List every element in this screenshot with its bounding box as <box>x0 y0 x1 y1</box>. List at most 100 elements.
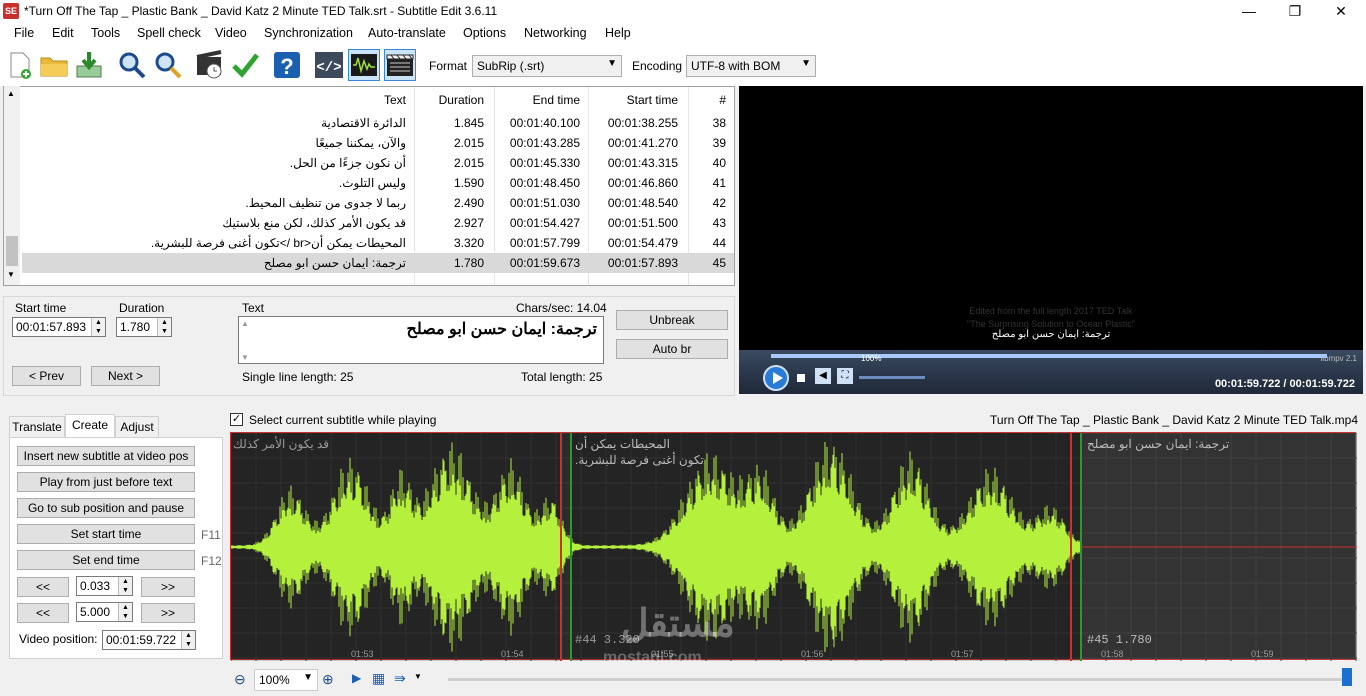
chars-per-sec: Chars/sec: 14.04 <box>516 301 607 315</box>
go-to-sub-button[interactable]: Go to sub position and pause <box>17 498 195 518</box>
auto-br-button[interactable]: Auto br <box>616 339 728 359</box>
next-icon[interactable]: ⇛ <box>394 670 406 687</box>
header-duration[interactable]: Duration <box>439 87 484 113</box>
tick-label: 01:58 <box>1101 649 1124 659</box>
play-before-text-button[interactable]: Play from just before text <box>17 472 195 492</box>
table-row[interactable]: قد يكون الأمر كذلك، لكن منع بلاستيك 2.927… <box>22 213 734 233</box>
next-button[interactable]: Next > <box>91 366 160 386</box>
grid-icon[interactable]: ▦ <box>372 670 385 687</box>
play-icon[interactable] <box>763 365 789 391</box>
table-row[interactable]: وليس التلوث. 1.590 00:01:48.450 00:01:46.86… <box>22 173 734 193</box>
select-while-playing-label: Select current subtitle while playing <box>249 413 437 427</box>
seek-bar[interactable] <box>771 354 1327 358</box>
zoom-select[interactable]: 100% ▼ <box>254 669 318 691</box>
zoom-out-icon[interactable]: ⊖ <box>234 671 246 688</box>
table-row[interactable]: والآن، يمكننا جميعًا 2.015 00:01:43.285 00:… <box>22 133 734 153</box>
cell-text: الدائرة الاقتصادية <box>321 116 406 130</box>
tab-adjust[interactable]: Adjust <box>115 416 159 438</box>
menu-tools[interactable]: Tools <box>91 26 120 40</box>
waveform[interactable]: قد يكون الأمر كذلك المحيطات يمكن أن تكون… <box>230 432 1357 666</box>
download-icon[interactable] <box>73 49 105 81</box>
check-icon[interactable] <box>229 49 261 81</box>
header-start-time[interactable]: Start time <box>627 87 678 113</box>
duration-input[interactable]: 1.780 ▲ ▼ <box>116 317 172 337</box>
table-row[interactable]: أن نكون جزءًا من الحل. 2.015 00:01:45.330 0… <box>22 153 734 173</box>
open-folder-icon[interactable] <box>38 49 70 81</box>
close-button[interactable]: ✕ <box>1318 0 1364 22</box>
cell-start: 00:01:51.500 <box>607 216 678 230</box>
cell-duration: 1.780 <box>453 256 484 270</box>
replace-icon[interactable] <box>152 49 184 81</box>
menu-help[interactable]: Help <box>605 26 631 40</box>
insert-subtitle-button[interactable]: Insert new subtitle at video pos <box>17 446 195 466</box>
video-player[interactable]: Edited from the full length 2017 TED Tal… <box>739 86 1363 394</box>
format-label: Format <box>429 59 468 73</box>
cell-text: المحيطات يمكن أن<br />تكون أغنى فرصة للب… <box>150 236 406 250</box>
video-subtitle: ترجمة: ايمان حسن ابو مصلح <box>991 329 1111 340</box>
header-end-time[interactable]: End time <box>533 87 580 113</box>
back-large-button[interactable]: << <box>17 603 69 623</box>
header-number[interactable]: # <box>719 87 726 113</box>
table-row[interactable]: المحيطات يمكن أن<br />تكون أغنى فرصة للب… <box>22 233 734 253</box>
video-position-input[interactable]: 00:01:59.722 ▲ ▼ <box>102 630 196 650</box>
find-icon[interactable] <box>116 49 148 81</box>
encoding-select[interactable]: UTF-8 with BOM ▼ <box>686 55 816 77</box>
play-selection-icon[interactable]: ▶ <box>352 671 361 685</box>
cell-text: ترجمة: ايمان حسن ابو مصلح <box>263 256 406 270</box>
menu-file[interactable]: File <box>14 26 34 40</box>
waveform-toggle-icon[interactable] <box>348 49 380 81</box>
help-icon[interactable]: ? <box>271 49 303 81</box>
menu-options[interactable]: Options <box>463 26 506 40</box>
cell-num: 44 <box>712 236 726 250</box>
sync-icon[interactable] <box>194 49 226 81</box>
source-view-icon[interactable]: </> <box>313 49 345 81</box>
menu-auto-translate[interactable]: Auto-translate <box>368 26 446 40</box>
waveform-label-43: قد يكون الأمر كذلك <box>233 437 330 451</box>
maximize-button[interactable]: ❐ <box>1272 0 1318 22</box>
slider-thumb[interactable] <box>1342 668 1352 686</box>
zoom-in-icon[interactable]: ⊕ <box>322 671 334 688</box>
waveform-label-45: ترجمة: ايمان حسن ابو مصلح <box>1087 437 1230 451</box>
prev-button[interactable]: < Prev <box>12 366 81 386</box>
waveform-position-slider[interactable] <box>448 678 1348 681</box>
menu-spell-check[interactable]: Spell check <box>137 26 201 40</box>
cell-text: وليس التلوث. <box>338 176 406 190</box>
cell-end: 00:01:59.673 <box>509 256 580 270</box>
large-step-input[interactable]: 5.000 ▲ ▼ <box>76 602 133 622</box>
new-file-icon[interactable] <box>3 49 35 81</box>
app-icon: SE <box>3 3 19 19</box>
fullscreen-icon[interactable]: ⛶ <box>837 368 853 384</box>
small-step-input[interactable]: 0.033 ▲ ▼ <box>76 576 133 596</box>
forward-large-button[interactable]: >> <box>141 603 195 623</box>
menu-networking[interactable]: Networking <box>524 26 587 40</box>
header-text[interactable]: Text <box>384 87 406 113</box>
tab-create[interactable]: Create <box>65 414 115 438</box>
table-row[interactable]: ترجمة: ايمان حسن ابو مصلح 1.780 00:01:59.6… <box>22 253 734 273</box>
table-row[interactable]: ربما لا جدوى من تنظيف المحيط. 2.490 00:01:… <box>22 193 734 213</box>
set-end-time-button[interactable]: Set end time <box>17 550 195 570</box>
start-time-input[interactable]: 00:01:57.893 ▲ ▼ <box>12 317 106 337</box>
set-start-time-button[interactable]: Set start time <box>17 524 195 544</box>
table-row[interactable]: الدائرة الاقتصادية 1.845 00:01:40.100 00:01… <box>22 113 734 133</box>
back-small-button[interactable]: << <box>17 577 69 597</box>
unbreak-button[interactable]: Unbreak <box>616 310 728 330</box>
select-while-playing-checkbox[interactable]: ✓ <box>230 413 243 426</box>
format-select[interactable]: SubRip (.srt) ▼ <box>472 55 622 77</box>
subtitle-grid[interactable]: Text Duration End time Start time # الدا… <box>3 86 735 286</box>
scroll-thumb[interactable] <box>6 236 18 266</box>
stop-icon[interactable] <box>797 374 805 382</box>
subtitle-text-input[interactable]: ترجمة: ايمان حسن ابو مصلح ▲ ▼ <box>238 316 604 364</box>
minimize-button[interactable]: — <box>1226 0 1272 22</box>
video-toggle-icon[interactable] <box>384 49 416 81</box>
forward-small-button[interactable]: >> <box>141 577 195 597</box>
tab-translate[interactable]: Translate <box>9 416 65 438</box>
chevron-down-icon[interactable]: ▼ <box>414 672 422 681</box>
set-start-shortcut: F11 <box>201 528 221 542</box>
volume-slider[interactable] <box>859 376 925 379</box>
menu-synchronization[interactable]: Synchronization <box>264 26 353 40</box>
volume-icon[interactable]: ◀ <box>815 368 831 384</box>
cell-num: 39 <box>712 136 726 150</box>
menu-video[interactable]: Video <box>215 26 247 40</box>
grid-scrollbar[interactable]: ▲ ▼ <box>4 86 20 285</box>
menu-edit[interactable]: Edit <box>52 26 74 40</box>
